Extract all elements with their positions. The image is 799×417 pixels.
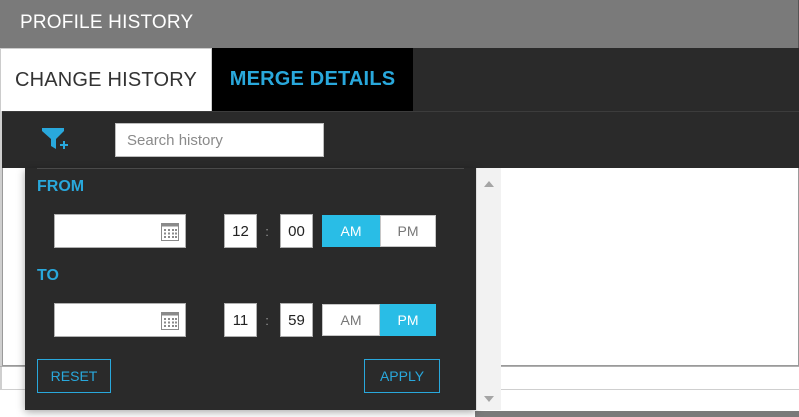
from-minute-input[interactable]: 00 (280, 214, 313, 248)
tab-change-history[interactable]: CHANGE HISTORY (0, 48, 212, 111)
from-pm-toggle[interactable]: PM (380, 215, 436, 247)
from-time-separator: : (265, 223, 269, 239)
popup-top-divider (37, 168, 464, 169)
search-history-input[interactable] (115, 123, 324, 157)
from-hour-input[interactable]: 12 (224, 214, 257, 248)
tab-change-history-label: CHANGE HISTORY (14, 68, 198, 91)
to-am-toggle[interactable]: AM (322, 304, 380, 336)
title-bar: PROFILE HISTORY (0, 0, 799, 48)
to-date-input[interactable] (54, 303, 186, 337)
to-time-separator: : (265, 312, 269, 328)
scroll-down-arrow-icon[interactable] (483, 391, 495, 402)
window-title: PROFILE HISTORY (20, 12, 194, 33)
bottom-strip (475, 411, 799, 417)
to-hour-input[interactable]: 11 (224, 303, 257, 337)
to-label: TO (37, 267, 59, 284)
calendar-icon[interactable] (161, 312, 179, 330)
tab-merge-details[interactable]: MERGE DETAILS (212, 48, 413, 111)
to-pm-toggle[interactable]: PM (380, 304, 436, 336)
reset-button[interactable]: RESET (37, 359, 111, 393)
history-toolbar (2, 111, 799, 168)
scroll-up-arrow-icon[interactable] (483, 176, 495, 187)
from-date-input[interactable] (54, 214, 186, 248)
popup-scrollbar[interactable] (476, 168, 501, 410)
tab-merge-details-label: MERGE DETAILS (229, 68, 396, 90)
date-filter-popup: FROM 12 : 00 AM PM TO 11: 59 AM PM RESE… (25, 168, 501, 410)
profile-history-window: PROFILE HISTORY CHANGE HISTORY MERGE DET… (0, 0, 799, 417)
tab-bar-filler (413, 48, 799, 111)
tab-bar: CHANGE HISTORY MERGE DETAILS (0, 48, 799, 111)
calendar-icon[interactable] (161, 223, 179, 241)
to-minute-input[interactable]: 59 (280, 303, 313, 337)
from-label: FROM (37, 178, 85, 195)
date-filter-body: FROM 12 : 00 AM PM TO 11: 59 AM PM RESE… (25, 168, 464, 410)
from-am-toggle[interactable]: AM (322, 215, 380, 247)
apply-button[interactable]: APPLY (364, 359, 440, 393)
filter-add-icon[interactable] (40, 124, 70, 154)
